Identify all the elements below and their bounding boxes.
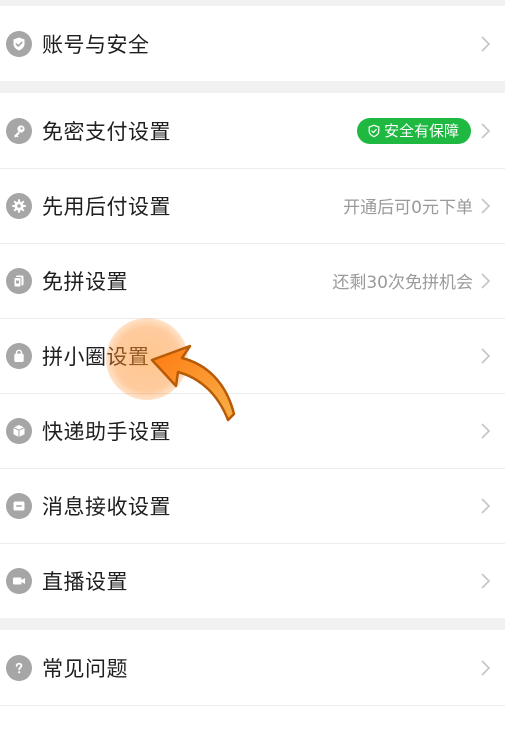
chevron-right-icon (481, 197, 491, 214)
settings-item-next-partial[interactable] (0, 705, 505, 729)
settings-item-label: 直播设置 (42, 569, 128, 594)
settings-item-label: 先用后付设置 (42, 194, 171, 219)
chevron-right-icon (481, 122, 491, 139)
settings-item-label: 免拼设置 (42, 269, 128, 294)
settings-item-label: 快递助手设置 (42, 419, 171, 444)
security-badge: 安全有保障 (356, 117, 471, 144)
chevron-right-icon (481, 347, 491, 364)
settings-item-label: 常见问题 (42, 656, 128, 681)
package-icon (6, 417, 32, 444)
settings-item-moments[interactable]: 拼小圈设置 (0, 318, 505, 393)
settings-item-label: 免密支付设置 (42, 119, 171, 144)
bag-icon (6, 342, 32, 369)
settings-group-main: 免密支付设置 安全有保障 先用后付设置 开通后可0元下单 免拼设置 还剩30次免… (0, 93, 505, 618)
chevron-right-icon (481, 497, 491, 514)
shield-icon (6, 30, 32, 57)
settings-item-skip-group-buy[interactable]: 免拼设置 还剩30次免拼机会 (0, 243, 505, 318)
settings-item-value: 开通后可0元下单 (343, 198, 473, 218)
settings-item-value: 还剩30次免拼机会 (332, 273, 473, 293)
settings-item-label: 消息接收设置 (42, 494, 171, 519)
settings-item-pay-later[interactable]: 先用后付设置 开通后可0元下单 (0, 168, 505, 243)
gear-icon (6, 192, 32, 219)
chevron-right-icon (481, 272, 491, 289)
settings-item-message-settings[interactable]: 消息接收设置 (0, 468, 505, 543)
settings-item-account-security[interactable]: 账号与安全 (0, 6, 505, 81)
settings-item-live-settings[interactable]: 直播设置 (0, 543, 505, 618)
settings-page: 账号与安全 免密支付设置 安全有保障 先用后付设置 开通后可0元下单 免拼设置 … (0, 0, 505, 729)
message-icon (6, 492, 32, 519)
settings-item-faq[interactable]: 常见问题 (0, 630, 505, 705)
chevron-right-icon (481, 572, 491, 589)
settings-group-help: 常见问题 (0, 630, 505, 729)
shield-check-icon (368, 124, 380, 137)
settings-group-account: 账号与安全 (0, 6, 505, 81)
key-icon (6, 117, 32, 144)
question-icon (6, 654, 32, 681)
chevron-right-icon (481, 35, 491, 52)
chevron-right-icon (481, 659, 491, 676)
settings-item-label: 拼小圈设置 (42, 344, 150, 369)
video-camera-icon (6, 567, 32, 594)
cards-icon (6, 267, 32, 294)
chevron-right-icon (481, 422, 491, 439)
security-badge-text: 安全有保障 (383, 122, 459, 140)
settings-item-password-free-payment[interactable]: 免密支付设置 安全有保障 (0, 93, 505, 168)
settings-item-delivery-assistant[interactable]: 快递助手设置 (0, 393, 505, 468)
settings-item-label: 账号与安全 (42, 32, 150, 57)
